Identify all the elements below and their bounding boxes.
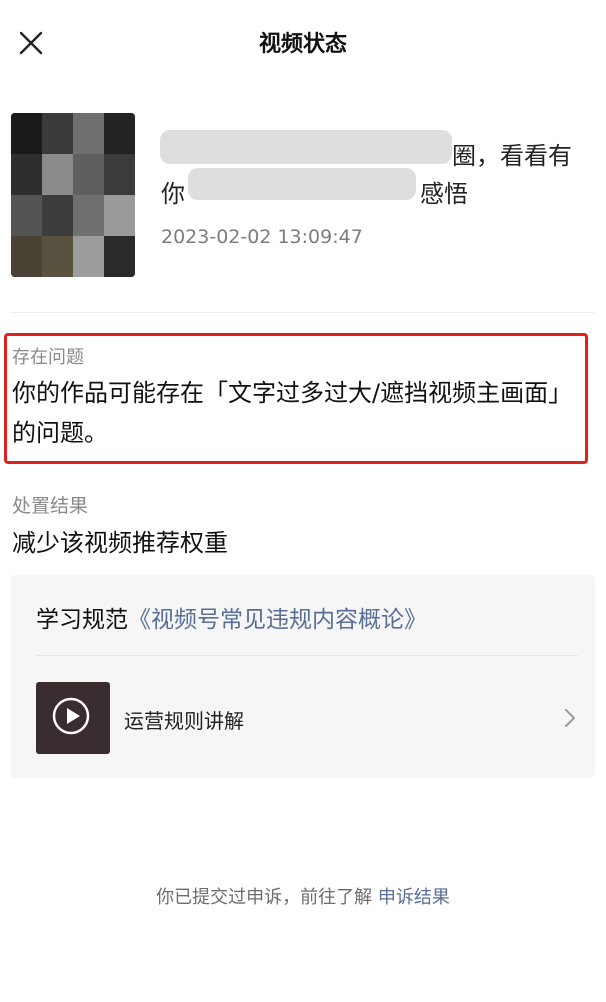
pixelated-thumbnail-image xyxy=(11,113,135,277)
rule-item-label[interactable]: 运营规则讲解 xyxy=(124,705,244,734)
blurred-caption-part xyxy=(188,168,416,200)
video-caption-line1: 圈，看看有 xyxy=(452,142,572,170)
chevron-right-icon[interactable] xyxy=(563,707,577,729)
learn-prefix: 学习规范 xyxy=(36,607,128,633)
appeal-result-link[interactable]: 申诉结果 xyxy=(378,887,450,908)
header-bar: 视频状态 xyxy=(0,0,606,84)
appeal-footer: 你已提交过申诉，前往了解 申诉结果 xyxy=(0,883,606,909)
learn-title: 学习规范《视频号常见违规内容概论》 xyxy=(36,600,427,634)
guideline-link[interactable]: 《视频号常见违规内容概论》 xyxy=(128,607,427,633)
divider xyxy=(11,312,595,313)
page-title: 视频状态 xyxy=(258,32,347,57)
video-caption-line2-start: 你 xyxy=(161,180,185,208)
issue-text: 你的作品可能存在「文字过多过大/遮挡视频主画面」的问题。 xyxy=(12,379,573,447)
blurred-caption-part xyxy=(160,130,452,164)
result-label: 处置结果 xyxy=(12,495,89,517)
result-text: 减少该视频推荐权重 xyxy=(12,529,228,557)
video-caption-line2-end: 感悟 xyxy=(420,180,468,208)
footer-text: 你已提交过申诉，前往了解 xyxy=(156,887,373,908)
video-date: 2023-02-02 13:09:47 xyxy=(161,226,363,248)
video-thumbnail[interactable] xyxy=(11,113,135,277)
divider xyxy=(36,655,578,656)
issue-label: 存在问题 xyxy=(12,347,84,368)
play-icon[interactable] xyxy=(51,696,91,736)
